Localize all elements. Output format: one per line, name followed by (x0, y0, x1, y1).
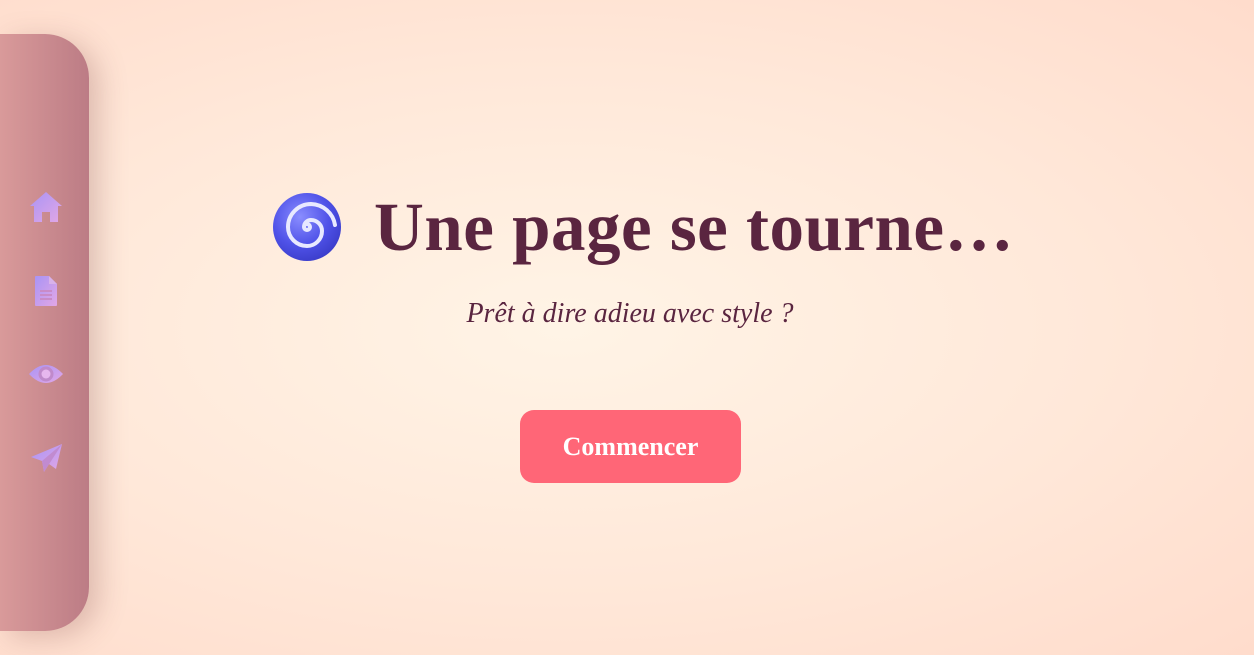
sidebar (0, 34, 89, 631)
page-title: Une page se tourne… (270, 182, 1014, 272)
sidebar-item-eye[interactable] (26, 354, 66, 394)
title-text: Une page se tourne… (374, 188, 1015, 265)
send-icon (31, 444, 62, 472)
subtitle: Prêt à dire adieu avec style ? (466, 298, 794, 329)
eye-icon (29, 365, 63, 383)
sidebar-item-send[interactable] (26, 438, 66, 478)
home-icon (30, 192, 62, 222)
start-button[interactable]: Commencer (520, 410, 741, 483)
spiral-icon (273, 193, 341, 261)
sidebar-item-home[interactable] (26, 187, 66, 227)
